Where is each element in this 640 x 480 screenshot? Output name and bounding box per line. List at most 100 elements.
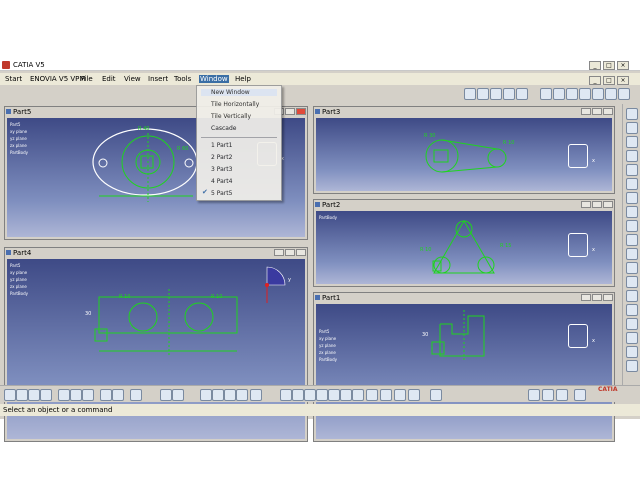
sketch-analysis-icon[interactable] xyxy=(556,389,568,401)
menu-item-tile-horizontally[interactable]: Tile Horizontally xyxy=(211,101,259,108)
mirror-icon[interactable] xyxy=(592,88,604,100)
menu-item-new-window[interactable]: New Window xyxy=(201,89,277,96)
copy-icon[interactable] xyxy=(70,389,82,401)
cut-icon[interactable] xyxy=(58,389,70,401)
viewport-part3[interactable]: R 30 R 10 x xyxy=(316,118,612,191)
axis-icon[interactable] xyxy=(503,88,515,100)
maximize-app-button[interactable]: □ xyxy=(603,61,615,70)
corner-icon[interactable] xyxy=(553,88,565,100)
geometric-constraint-icon[interactable] xyxy=(236,389,248,401)
formula-icon[interactable] xyxy=(160,389,172,401)
maximize-button[interactable] xyxy=(285,108,295,115)
iso-view-icon[interactable] xyxy=(366,389,378,401)
menu-item-part4[interactable]: 4 Part4 xyxy=(211,178,232,185)
apply-material-icon[interactable] xyxy=(528,389,540,401)
grid-icon[interactable] xyxy=(200,389,212,401)
window-part3[interactable]: Part3 R 30 R 10 x xyxy=(313,106,615,194)
fly-mode-icon[interactable] xyxy=(280,389,292,401)
menu-window[interactable]: Window xyxy=(199,75,229,83)
ellipse-icon[interactable] xyxy=(626,262,638,274)
rib-icon[interactable] xyxy=(626,192,638,204)
whats-this-icon[interactable] xyxy=(130,389,142,401)
rectangle-icon[interactable] xyxy=(626,234,638,246)
menu-start[interactable]: Start xyxy=(4,75,23,83)
new-icon[interactable] xyxy=(4,389,16,401)
close-button[interactable] xyxy=(296,108,306,115)
close-doc-button[interactable]: × xyxy=(617,76,629,85)
relimit-icon[interactable] xyxy=(626,304,638,316)
viewport-part1[interactable]: Part5 xy plane yz plane zx plane PartBod… xyxy=(316,304,612,439)
minimize-button[interactable] xyxy=(581,108,591,115)
window-part1[interactable]: Part1 Part5 xy plane yz plane zx plane P… xyxy=(313,292,615,442)
undo-icon[interactable] xyxy=(100,389,112,401)
menu-enovia[interactable]: ENOVIA V5 VPM xyxy=(29,75,86,83)
menu-item-part1[interactable]: 1 Part1 xyxy=(211,142,232,149)
open-icon[interactable] xyxy=(16,389,28,401)
dimensional-constraint-icon[interactable] xyxy=(250,389,262,401)
sketch-icon[interactable] xyxy=(516,88,528,100)
measure-icon[interactable] xyxy=(430,389,442,401)
menu-insert[interactable]: Insert xyxy=(147,75,169,83)
minimize-button[interactable] xyxy=(581,201,591,208)
rotate-icon[interactable] xyxy=(316,389,328,401)
window-part2-titlebar[interactable]: Part2 xyxy=(314,200,614,209)
maximize-button[interactable] xyxy=(592,108,602,115)
window-part2[interactable]: Part2 PartBody R 10 R 15 x xyxy=(313,199,615,287)
rotate-view-icon[interactable] xyxy=(574,389,586,401)
symmetry-icon[interactable] xyxy=(626,346,638,358)
offset-icon[interactable] xyxy=(626,332,638,344)
groove-icon[interactable] xyxy=(626,164,638,176)
compass-icon[interactable]: x xyxy=(568,144,595,168)
maximize-button[interactable] xyxy=(285,249,295,256)
knowledge-icon[interactable] xyxy=(172,389,184,401)
window-part4-titlebar[interactable]: Part4 xyxy=(5,248,307,257)
minimize-doc-button[interactable]: _ xyxy=(589,76,601,85)
zoom-out-icon[interactable] xyxy=(340,389,352,401)
construction-icon[interactable] xyxy=(224,389,236,401)
point-icon[interactable] xyxy=(540,88,552,100)
hide-show-icon[interactable] xyxy=(394,389,406,401)
compass-icon[interactable]: x xyxy=(568,324,595,348)
hole-icon[interactable] xyxy=(626,178,638,190)
profile-icon[interactable] xyxy=(626,220,638,232)
print-icon[interactable] xyxy=(40,389,52,401)
line-icon[interactable] xyxy=(490,88,502,100)
maximize-button[interactable] xyxy=(592,294,602,301)
chamfer-icon[interactable] xyxy=(566,88,578,100)
translate-icon[interactable] xyxy=(626,318,638,330)
pan-icon[interactable] xyxy=(304,389,316,401)
menu-edit[interactable]: Edit xyxy=(101,75,117,83)
fit-all-icon[interactable] xyxy=(292,389,304,401)
constraint-icon[interactable] xyxy=(618,88,630,100)
exit-workbench-icon[interactable] xyxy=(626,108,638,120)
menu-item-part5[interactable]: 5 Part5 xyxy=(211,190,232,197)
close-button[interactable] xyxy=(603,294,613,301)
compass-icon[interactable]: x xyxy=(568,233,595,257)
menu-view[interactable]: View xyxy=(123,75,142,83)
measure-item-icon[interactable] xyxy=(542,389,554,401)
shaft-icon[interactable] xyxy=(626,150,638,162)
project-icon[interactable] xyxy=(605,88,617,100)
menu-tools[interactable]: Tools xyxy=(173,75,192,83)
close-button[interactable] xyxy=(603,201,613,208)
fillet-icon[interactable] xyxy=(626,276,638,288)
shading-icon[interactable] xyxy=(380,389,392,401)
spline-icon[interactable] xyxy=(464,88,476,100)
pad-icon[interactable] xyxy=(626,122,638,134)
minimize-button[interactable] xyxy=(274,249,284,256)
menu-item-part2[interactable]: 2 Part2 xyxy=(211,154,232,161)
maximize-button[interactable] xyxy=(592,201,602,208)
trim-icon[interactable] xyxy=(579,88,591,100)
pocket-icon[interactable] xyxy=(626,136,638,148)
menu-help[interactable]: Help xyxy=(234,75,252,83)
menu-item-part3[interactable]: 3 Part3 xyxy=(211,166,232,173)
close-button[interactable] xyxy=(603,108,613,115)
project-3d-icon[interactable] xyxy=(626,360,638,372)
redo-icon[interactable] xyxy=(112,389,124,401)
normal-view-icon[interactable] xyxy=(352,389,364,401)
swap-space-icon[interactable] xyxy=(408,389,420,401)
slot-icon[interactable] xyxy=(626,206,638,218)
menu-item-cascade[interactable]: Cascade xyxy=(211,125,236,132)
menu-file[interactable]: File xyxy=(80,75,94,83)
snap-icon[interactable] xyxy=(212,389,224,401)
